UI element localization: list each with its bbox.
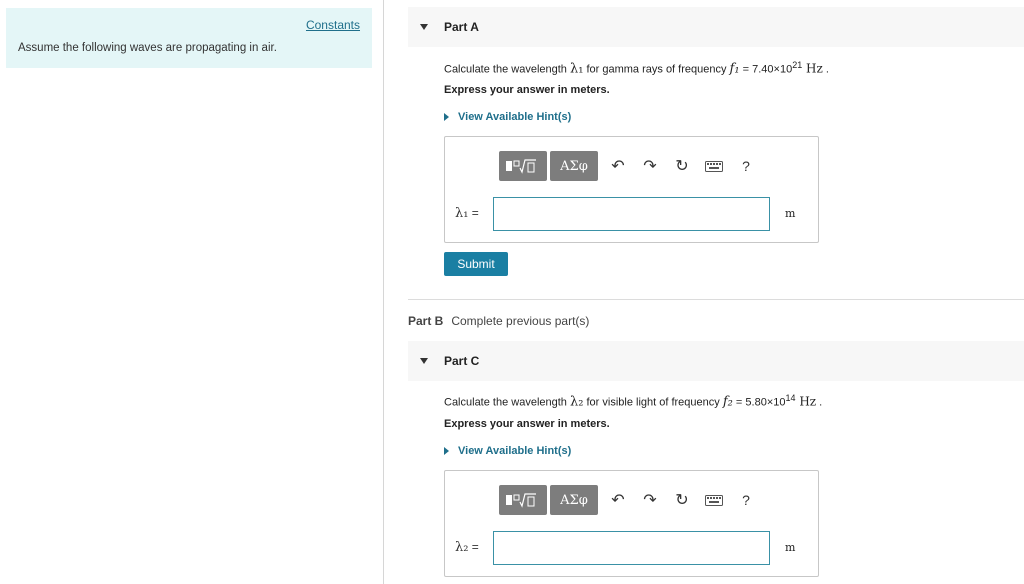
templates-icon[interactable] bbox=[499, 151, 547, 181]
constants-link[interactable]: Constants bbox=[306, 18, 360, 32]
part-c-question: Calculate the wavelength λ₂ for visible … bbox=[444, 393, 823, 410]
intro-text: Assume the following waves are propagati… bbox=[18, 42, 277, 54]
help-icon[interactable]: ? bbox=[730, 151, 762, 181]
part-a-question: Calculate the wavelength λ₁ for gamma ra… bbox=[444, 60, 829, 77]
part-a-answer-label: λ₁ = bbox=[455, 206, 479, 221]
part-b-title: Part B bbox=[408, 314, 444, 328]
expand-triangle-icon bbox=[444, 113, 449, 121]
part-b-row: Part B Complete previous part(s) bbox=[408, 314, 589, 328]
part-a-title: Part A bbox=[444, 20, 479, 34]
vertical-divider bbox=[383, 0, 384, 584]
reset-icon[interactable]: ↻ bbox=[666, 485, 698, 515]
redo-icon[interactable]: ↷ bbox=[634, 151, 666, 181]
keyboard-icon[interactable] bbox=[698, 485, 730, 515]
keyboard-icon[interactable] bbox=[698, 151, 730, 181]
help-icon[interactable]: ? bbox=[730, 485, 762, 515]
left-info-panel: Constants Assume the following waves are… bbox=[6, 8, 372, 68]
submit-button[interactable]: Submit bbox=[444, 252, 508, 276]
part-c-header[interactable]: Part C bbox=[408, 341, 1024, 381]
part-a-answer-input[interactable] bbox=[493, 197, 770, 231]
part-a-hint-toggle[interactable]: View Available Hint(s) bbox=[444, 111, 571, 123]
horizontal-divider bbox=[408, 299, 1024, 300]
part-a-answer-box: ΑΣφ ↶ ↷ ↻ ? λ₁ = m bbox=[444, 136, 819, 243]
undo-icon[interactable]: ↶ bbox=[602, 151, 634, 181]
part-c-answer-input[interactable] bbox=[493, 531, 770, 565]
part-a-unit: m bbox=[785, 207, 796, 220]
math-toolbar: ΑΣφ ↶ ↷ ↻ ? bbox=[499, 151, 762, 181]
expand-triangle-icon bbox=[444, 447, 449, 455]
part-c-hint-toggle[interactable]: View Available Hint(s) bbox=[444, 445, 571, 457]
part-c-answer-label: λ₂ = bbox=[455, 540, 479, 555]
undo-icon[interactable]: ↶ bbox=[602, 485, 634, 515]
part-c-answer-box: ΑΣφ ↶ ↷ ↻ ? λ₂ = m bbox=[444, 470, 819, 577]
reset-icon[interactable]: ↻ bbox=[666, 151, 698, 181]
part-c-express: Express your answer in meters. bbox=[444, 418, 610, 430]
redo-icon[interactable]: ↷ bbox=[634, 485, 666, 515]
part-c-unit: m bbox=[785, 541, 796, 554]
greek-icon[interactable]: ΑΣφ bbox=[550, 151, 598, 181]
part-a-header[interactable]: Part A bbox=[408, 7, 1024, 47]
part-a-express: Express your answer in meters. bbox=[444, 84, 610, 96]
part-b-status: Complete previous part(s) bbox=[451, 314, 590, 328]
collapse-caret-icon[interactable] bbox=[420, 24, 428, 30]
templates-icon[interactable] bbox=[499, 485, 547, 515]
part-c-title: Part C bbox=[444, 354, 480, 368]
greek-icon[interactable]: ΑΣφ bbox=[550, 485, 598, 515]
math-toolbar: ΑΣφ ↶ ↷ ↻ ? bbox=[499, 485, 762, 515]
collapse-caret-icon[interactable] bbox=[420, 358, 428, 364]
